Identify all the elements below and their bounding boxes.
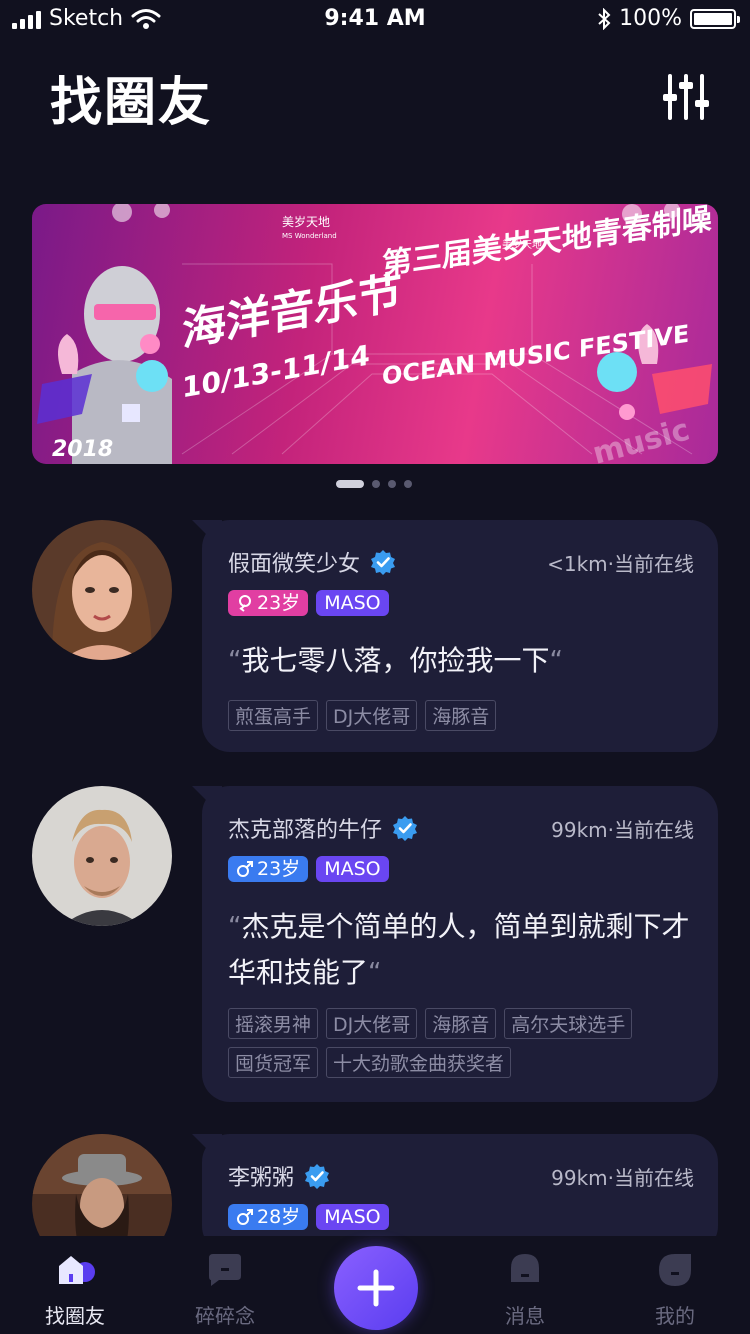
- banner-brand-en: MS Wonderland: [282, 232, 337, 240]
- verified-icon: [393, 816, 418, 841]
- quote-open-icon: “: [228, 646, 242, 676]
- badges: 23岁 MASO: [228, 590, 389, 616]
- avatar[interactable]: [32, 786, 172, 926]
- verified-icon: [371, 550, 396, 575]
- promo-banner[interactable]: 美岁天地 MS Wonderland 美岁天地 海洋音乐节 第三届美岁天地青春制…: [32, 204, 718, 464]
- tab-moments[interactable]: 碎碎念: [175, 1252, 275, 1329]
- status-bar: Sketch 9:41 AM 100%: [0, 0, 750, 40]
- user-quote: “我七零八落，你捡我一下“: [228, 638, 698, 684]
- tab-label: 我的: [655, 1304, 695, 1328]
- filter-settings-button[interactable]: [662, 72, 710, 122]
- female-icon: [239, 595, 251, 612]
- quote-close-icon: “: [549, 646, 563, 676]
- sliders-icon: [663, 74, 709, 120]
- banner-pagination[interactable]: [336, 480, 412, 488]
- level-badge: MASO: [316, 590, 389, 616]
- user-name[interactable]: 假面微笑少女: [228, 546, 360, 578]
- gender-age-badge: 28岁: [228, 1204, 309, 1230]
- age-label: 28岁: [257, 1206, 301, 1228]
- banner-artwork: 美岁天地 MS Wonderland 美岁天地 海洋音乐节 第三届美岁天地青春制…: [37, 204, 713, 464]
- male-icon: [237, 861, 253, 877]
- tag-list: 摇滚男神 DJ大佬哥 海豚音 高尔夫球选手 囤货冠军 十大劲歌金曲获奖者: [228, 1008, 698, 1078]
- user-name[interactable]: 李粥粥: [228, 1160, 294, 1192]
- quote-text: 我七零八落，你捡我一下: [241, 644, 550, 677]
- banner-brand: 美岁天地: [282, 214, 330, 229]
- home-icon: [59, 1256, 95, 1284]
- page-dot[interactable]: [336, 480, 364, 488]
- gender-age-badge: 23岁: [228, 590, 309, 616]
- banner-music-text: music: [589, 412, 693, 464]
- tab-label: 消息: [505, 1304, 545, 1328]
- page-title: 找圈友: [50, 73, 213, 133]
- user-photo: [32, 786, 172, 926]
- message-bell-icon: [511, 1254, 539, 1282]
- badges: 23岁 MASO: [228, 856, 389, 882]
- interest-tag[interactable]: 囤货冠军: [228, 1047, 319, 1078]
- interest-tag[interactable]: 高尔夫球选手: [504, 1008, 633, 1039]
- tab-label: 碎碎念: [195, 1304, 255, 1328]
- user-card[interactable]: 杰克部落的牛仔 99km·当前在线 23岁 MASO “杰克是个简单的人，简单到…: [202, 786, 718, 1102]
- name-row: 李粥粥: [228, 1160, 330, 1192]
- interest-tag[interactable]: 十大劲歌金曲获奖者: [326, 1047, 512, 1078]
- banner-year: 2018: [52, 437, 113, 462]
- battery-percent: 100%: [619, 6, 682, 31]
- name-row: 杰克部落的牛仔: [228, 812, 418, 844]
- tab-profile[interactable]: 我的: [625, 1252, 725, 1329]
- battery-icon: [690, 8, 740, 29]
- create-post-button[interactable]: [334, 1246, 418, 1330]
- tag-list: 煎蛋高手 DJ大佬哥 海豚音: [228, 700, 698, 731]
- interest-tag[interactable]: DJ大佬哥: [326, 1008, 418, 1039]
- interest-tag[interactable]: 摇滚男神: [228, 1008, 319, 1039]
- page-dot[interactable]: [372, 480, 380, 488]
- level-badge: MASO: [316, 1204, 389, 1230]
- tab-bar: 找圈友 碎碎念 消息 我的: [0, 1236, 750, 1334]
- quote-close-icon: “: [368, 958, 382, 988]
- user-photo: [32, 520, 172, 660]
- quote-text: 杰克是个简单的人，简单到就剩下才华和技能了: [228, 910, 690, 989]
- name-row: 假面微笑少女: [228, 546, 396, 578]
- gender-age-badge: 23岁: [228, 856, 309, 882]
- profile-leaf-icon: [659, 1254, 691, 1286]
- badges: 28岁 MASO: [228, 1204, 389, 1230]
- page-dot[interactable]: [404, 480, 412, 488]
- tab-find-friends[interactable]: 找圈友: [25, 1252, 125, 1329]
- interest-tag[interactable]: DJ大佬哥: [326, 700, 418, 731]
- user-name[interactable]: 杰克部落的牛仔: [228, 812, 382, 844]
- page-dot[interactable]: [388, 480, 396, 488]
- level-badge: MASO: [316, 856, 389, 882]
- user-quote: “杰克是个简单的人，简单到就剩下才华和技能了“: [228, 904, 698, 996]
- banner-subtitle: 第三届美岁天地青春制噪: [382, 204, 713, 283]
- distance-status: <1km·当前在线: [547, 552, 694, 576]
- quote-open-icon: “: [228, 912, 242, 942]
- tab-label: 找圈友: [45, 1304, 105, 1328]
- interest-tag[interactable]: 海豚音: [425, 700, 497, 731]
- age-label: 23岁: [257, 858, 301, 880]
- avatar[interactable]: [32, 520, 172, 660]
- male-icon: [237, 1209, 253, 1225]
- tab-messages[interactable]: 消息: [475, 1252, 575, 1329]
- bluetooth-icon: [598, 7, 611, 30]
- verified-icon: [305, 1164, 330, 1189]
- age-label: 23岁: [257, 592, 301, 614]
- distance-status: 99km·当前在线: [551, 818, 694, 842]
- distance-status: 99km·当前在线: [551, 1166, 694, 1190]
- user-card[interactable]: 假面微笑少女 <1km·当前在线 23岁 MASO “我七零八落，你捡我一下“ …: [202, 520, 718, 752]
- plus-icon: [357, 1269, 395, 1307]
- chat-bubble-icon: [209, 1254, 241, 1286]
- interest-tag[interactable]: 煎蛋高手: [228, 700, 319, 731]
- interest-tag[interactable]: 海豚音: [425, 1008, 497, 1039]
- status-right: 100%: [597, 6, 740, 31]
